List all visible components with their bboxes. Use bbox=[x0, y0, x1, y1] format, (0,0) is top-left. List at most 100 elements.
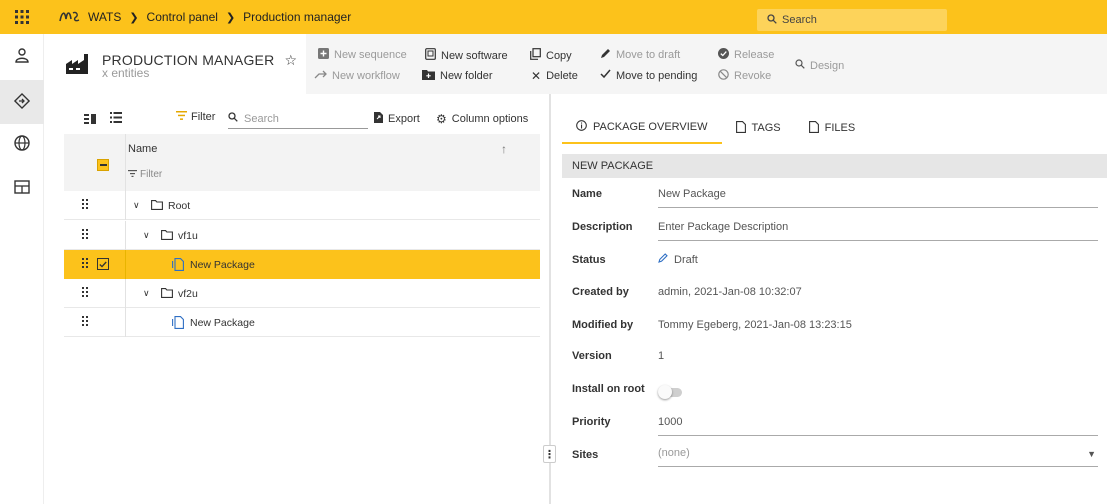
row-label: Root bbox=[168, 200, 191, 212]
chevron-down-icon[interactable]: ∨ bbox=[143, 230, 150, 241]
field-label-priority: Priority bbox=[572, 416, 611, 428]
apps-grid-icon[interactable] bbox=[0, 0, 44, 34]
revoke-button[interactable]: Revoke bbox=[718, 69, 771, 83]
gear-icon: ⚙ bbox=[436, 112, 447, 126]
filter-button[interactable]: Filter bbox=[176, 111, 215, 123]
detail-tabs: PACKAGE OVERVIEW TAGS FILES bbox=[562, 112, 869, 144]
nav-globe[interactable] bbox=[0, 122, 44, 166]
status-value: Draft bbox=[658, 253, 1098, 266]
package-icon bbox=[172, 258, 184, 274]
tab-tags[interactable]: TAGS bbox=[722, 112, 795, 144]
tab-files[interactable]: FILES bbox=[795, 112, 870, 144]
check-circle-icon bbox=[718, 48, 729, 62]
top-bar: WATS ❯ Control panel ❯ Production manage… bbox=[0, 0, 1107, 34]
folder-plus-icon bbox=[422, 69, 435, 83]
new-sequence-button[interactable]: New sequence bbox=[318, 48, 407, 62]
pencil-icon bbox=[658, 253, 668, 266]
priority-field[interactable]: 1000 bbox=[658, 416, 1098, 436]
sort-ascending-icon[interactable]: ↑ bbox=[501, 142, 507, 156]
table-row[interactable]: ∨ vf1u bbox=[64, 221, 540, 250]
tree-search-input[interactable]: Search bbox=[228, 109, 368, 129]
copy-icon bbox=[530, 48, 541, 63]
table-row-selected[interactable]: New Package bbox=[64, 250, 540, 279]
more-vertical-icon[interactable]: ⋮ bbox=[543, 445, 556, 463]
drag-handle-icon[interactable] bbox=[82, 229, 88, 242]
new-folder-button[interactable]: New folder bbox=[422, 69, 493, 83]
field-label-name: Name bbox=[572, 188, 602, 200]
release-button[interactable]: Release bbox=[718, 48, 774, 62]
breadcrumb-control-panel[interactable]: Control panel bbox=[147, 10, 218, 24]
list-view-icon[interactable] bbox=[110, 112, 122, 126]
drag-handle-icon[interactable] bbox=[82, 316, 88, 329]
name-field[interactable]: New Package bbox=[658, 188, 1098, 208]
column-options-button[interactable]: ⚙ Column options bbox=[436, 112, 528, 126]
move-to-draft-button[interactable]: Move to draft bbox=[600, 48, 680, 62]
copy-button[interactable]: Copy bbox=[530, 48, 572, 63]
column-header-name[interactable]: Name bbox=[128, 143, 157, 155]
field-label-modified-by: Modified by bbox=[572, 319, 634, 331]
table-row[interactable]: ∨ vf2u bbox=[64, 279, 540, 308]
new-workflow-button[interactable]: New workflow bbox=[314, 69, 400, 83]
field-label-sites: Sites bbox=[572, 449, 599, 461]
plus-box-icon bbox=[318, 48, 329, 62]
package-section-title: NEW PACKAGE bbox=[562, 154, 1107, 178]
tab-package-overview[interactable]: PACKAGE OVERVIEW bbox=[562, 112, 722, 144]
install-on-root-toggle[interactable] bbox=[658, 385, 684, 399]
folder-icon bbox=[151, 200, 163, 213]
modified-by-value: Tommy Egeberg, 2021-Jan-08 13:23:15 bbox=[658, 319, 852, 331]
field-label-created-by: Created by bbox=[572, 286, 629, 298]
table-row[interactable]: ∨ Root bbox=[64, 191, 540, 220]
top-search-input[interactable]: Search bbox=[757, 9, 947, 31]
folder-icon bbox=[161, 288, 173, 301]
search-icon bbox=[767, 13, 777, 27]
table-row[interactable]: New Package bbox=[64, 308, 540, 337]
filter-icon bbox=[176, 111, 187, 123]
row-checkbox-checked[interactable] bbox=[97, 258, 109, 270]
select-all-checkbox[interactable] bbox=[97, 159, 109, 171]
row-label: New Package bbox=[190, 259, 255, 271]
nav-production-manager[interactable] bbox=[0, 80, 44, 124]
nav-user[interactable] bbox=[0, 34, 44, 78]
workflow-icon bbox=[314, 69, 327, 83]
field-label-status: Status bbox=[572, 254, 606, 266]
column-filter[interactable]: Filter bbox=[128, 169, 162, 180]
star-icon[interactable]: ☆ bbox=[284, 52, 297, 68]
tree-toolbar: Filter Search Export ⚙ Column options bbox=[64, 105, 540, 133]
top-search-placeholder: Search bbox=[782, 14, 817, 26]
globe-icon bbox=[13, 134, 31, 155]
delete-button[interactable]: ✕ Delete bbox=[531, 69, 578, 83]
table-header: Name ↑ Filter bbox=[64, 134, 540, 191]
search-icon bbox=[795, 59, 805, 72]
chevron-right-icon: ❯ bbox=[225, 11, 236, 24]
file-icon bbox=[808, 120, 819, 136]
pencil-icon bbox=[600, 48, 611, 62]
wats-logo-icon bbox=[58, 9, 80, 26]
description-field[interactable]: Enter Package Description bbox=[658, 221, 1098, 241]
nav-layout[interactable] bbox=[0, 166, 44, 210]
move-to-pending-button[interactable]: Move to pending bbox=[600, 69, 697, 82]
drag-handle-icon[interactable] bbox=[82, 287, 88, 300]
block-icon bbox=[718, 69, 729, 83]
chevron-down-icon[interactable]: ∨ bbox=[133, 200, 140, 211]
package-tree-pane: Filter Search Export ⚙ Column options Na… bbox=[64, 105, 540, 345]
export-button[interactable]: Export bbox=[374, 112, 420, 126]
drag-handle-icon[interactable] bbox=[82, 258, 88, 271]
left-nav bbox=[0, 34, 44, 504]
search-icon bbox=[228, 112, 238, 125]
view-columns-icon[interactable] bbox=[84, 113, 96, 127]
created-by-value: admin, 2021-Jan-08 10:32:07 bbox=[658, 286, 802, 298]
sites-select[interactable]: (none) ▼ bbox=[658, 447, 1098, 467]
row-label: vf1u bbox=[178, 230, 198, 242]
user-icon bbox=[14, 47, 30, 66]
chevron-right-icon: ❯ bbox=[129, 11, 139, 24]
design-button[interactable]: Design bbox=[795, 59, 844, 72]
pane-splitter[interactable] bbox=[549, 94, 551, 504]
version-value: 1 bbox=[658, 350, 665, 362]
chevron-down-icon[interactable]: ∨ bbox=[143, 288, 150, 299]
info-icon bbox=[576, 120, 587, 134]
breadcrumb-app[interactable]: WATS bbox=[88, 10, 121, 24]
file-icon bbox=[735, 120, 746, 136]
new-software-button[interactable]: New software bbox=[425, 48, 508, 63]
drag-handle-icon[interactable] bbox=[82, 199, 88, 212]
close-icon: ✕ bbox=[531, 69, 542, 83]
